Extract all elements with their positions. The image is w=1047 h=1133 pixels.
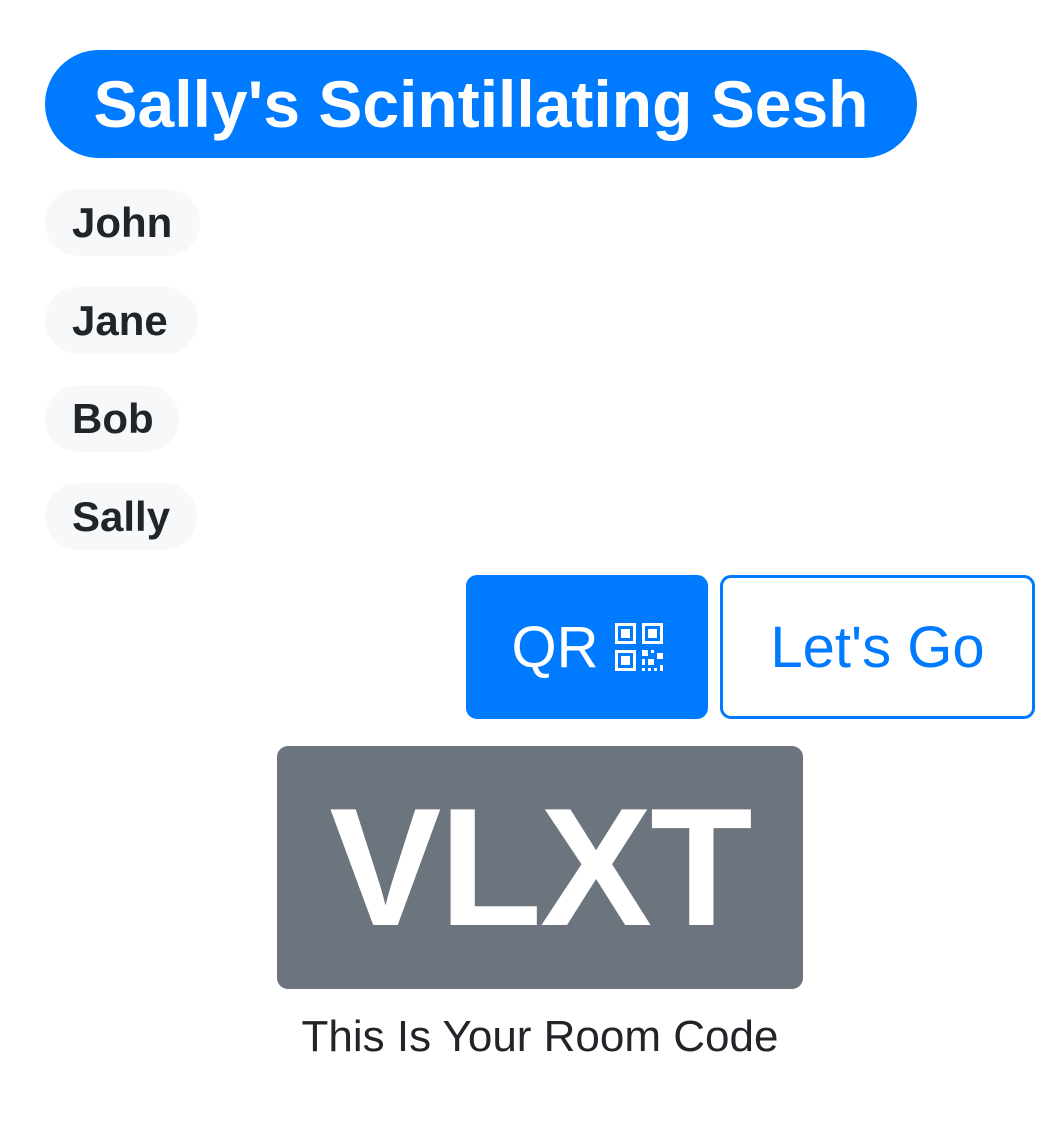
player-pill: Bob [45,385,179,452]
lets-go-button-label: Let's Go [770,614,985,680]
player-pill: John [45,189,200,256]
qr-code-icon [614,623,663,671]
player-pill: Jane [45,287,198,354]
lets-go-button[interactable]: Let's Go [720,575,1035,719]
player-pill: Sally [45,483,197,550]
qr-button[interactable]: QR [466,575,708,719]
room-code-badge: VLXT [277,746,803,989]
session-title: Sally's Scintillating Sesh [45,50,917,158]
qr-button-label: QR [511,614,599,680]
room-code-caption: This Is Your Room Code [301,1012,779,1061]
